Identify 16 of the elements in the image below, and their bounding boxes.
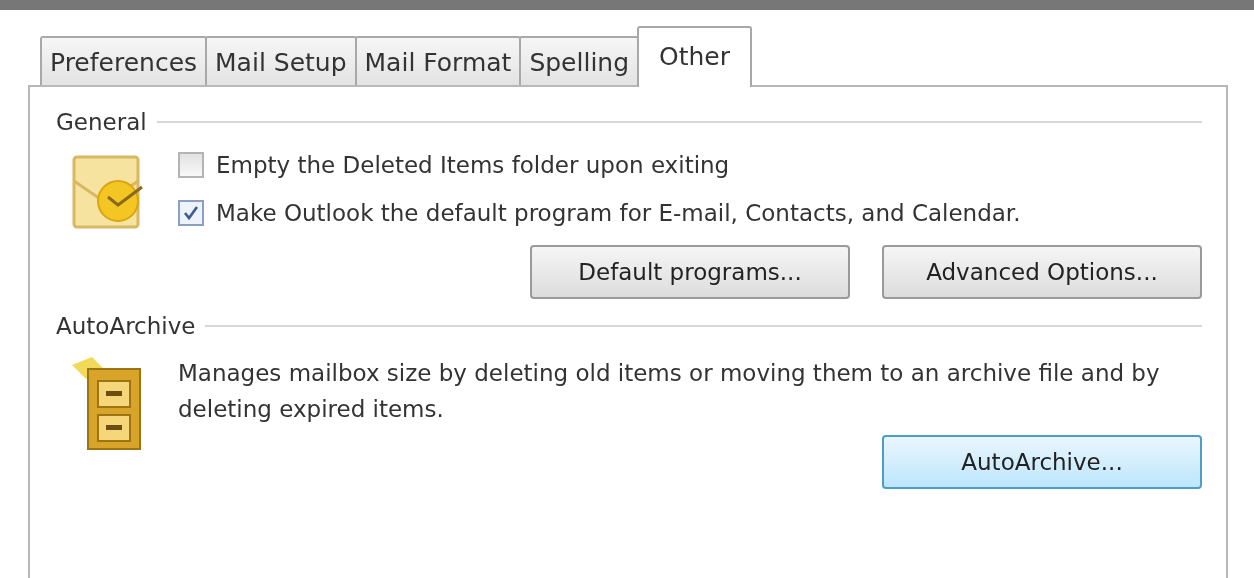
checkbox[interactable] <box>178 200 204 226</box>
description-text: Manages mailbox size by deleting old items or moving them to an archive file and by deleting expired items. <box>178 359 1161 424</box>
tab[interactable]: Spelling <box>519 36 640 85</box>
dialog-button[interactable]: Default programs... <box>530 245 850 299</box>
checkmark-icon <box>182 204 200 222</box>
section-title: AutoArchive <box>56 313 196 339</box>
checkbox[interactable] <box>178 152 204 178</box>
tab[interactable]: Preferences <box>40 36 208 85</box>
checkbox-label: Make Outlook the default program for E-mail, Contacts, and Calendar. <box>216 200 1021 226</box>
dialog-button[interactable]: AutoArchive... <box>882 435 1202 489</box>
dialog-button[interactable]: Advanced Options... <box>882 245 1202 299</box>
tab[interactable]: Other <box>637 26 753 87</box>
checkbox-label: Empty the Deleted Items folder upon exiting <box>216 152 730 178</box>
tab[interactable]: Mail Setup <box>205 36 357 85</box>
tab[interactable]: Mail Format <box>354 36 522 85</box>
section-title: General <box>56 109 147 135</box>
